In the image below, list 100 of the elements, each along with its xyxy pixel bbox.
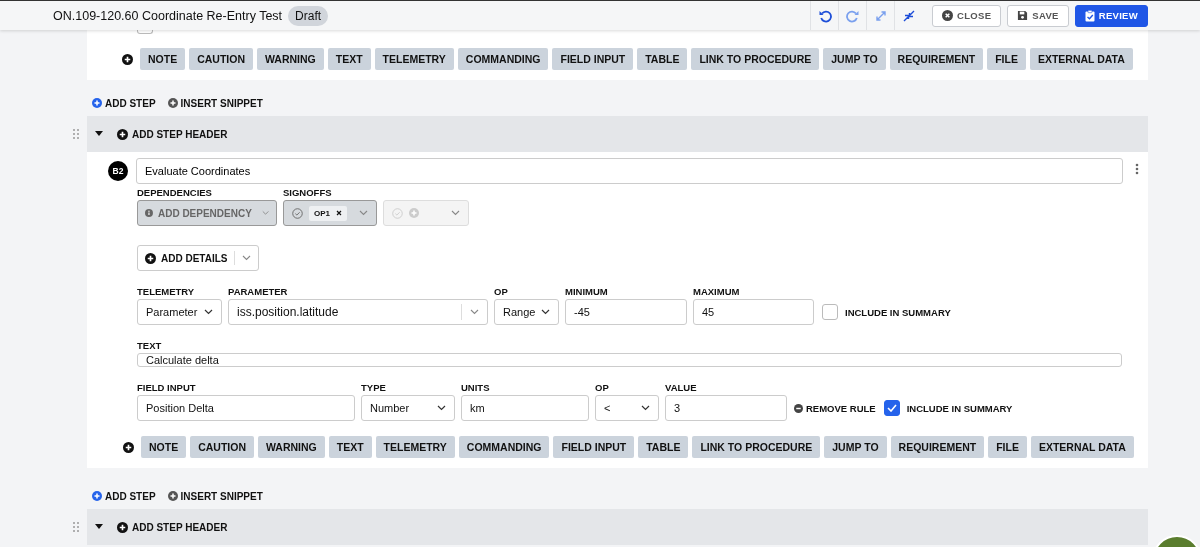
add-step-link[interactable]: ADD STEP — [92, 97, 156, 109]
plus-circle-icon — [409, 208, 419, 218]
collapse-icon — [901, 8, 916, 23]
remove-icon[interactable] — [336, 210, 342, 216]
block-type-button[interactable]: FIELD INPUT — [553, 436, 635, 458]
block-type-button[interactable]: FIELD INPUT — [552, 48, 634, 70]
block-type-button[interactable]: TABLE — [638, 436, 689, 458]
field-label: MINIMUM — [565, 286, 609, 297]
block-type-button[interactable]: JUMP TO — [823, 48, 886, 70]
drag-handle-icon[interactable] — [73, 522, 79, 532]
select-field[interactable]: < — [595, 395, 659, 421]
signoff-tag: OP1 — [309, 205, 347, 221]
insert-snippet-link[interactable]: INSERT SNIPPET — [167, 97, 263, 109]
dependency-select[interactable]: ADD DEPENDENCY — [137, 200, 277, 226]
field-label: DEPENDENCIES — [137, 187, 213, 198]
field-label: PARAMETER — [228, 286, 289, 297]
step-title-field[interactable]: Evaluate Coordinates — [136, 158, 1123, 184]
info-icon — [145, 208, 153, 218]
block-type-button[interactable]: TABLE — [637, 48, 688, 70]
checkmark-icon — [886, 404, 897, 412]
block-type-button[interactable]: REQUIREMENT — [889, 48, 984, 70]
clipboard-check-icon — [1084, 9, 1095, 22]
plus-circle-icon — [117, 521, 128, 533]
select-field[interactable]: Range — [494, 299, 559, 325]
checkbox[interactable] — [822, 304, 838, 320]
add-details-button[interactable]: ADD DETAILS — [137, 245, 260, 271]
chevron-down-icon — [359, 210, 368, 216]
checkbox[interactable] — [883, 400, 900, 416]
field-label: OP — [494, 286, 509, 297]
block-type-button[interactable]: TELEMETRY — [374, 48, 454, 70]
input-field[interactable]: Calculate delta — [137, 353, 1122, 367]
block-type-button[interactable]: TEXT — [327, 48, 371, 70]
add-step-header-link[interactable]: ADD STEP HEADER — [117, 128, 228, 140]
add-step-link[interactable]: ADD STEP — [92, 490, 156, 502]
field-label: OP — [595, 382, 610, 393]
block-type-button[interactable]: CAUTION — [189, 48, 253, 70]
check-circle-icon — [392, 207, 403, 219]
remove-rule-link[interactable]: REMOVE RULE — [794, 395, 876, 421]
block-type-button[interactable]: TEXT — [328, 436, 372, 458]
block-type-button[interactable]: FILE — [987, 48, 1026, 70]
step-number-badge: B2 — [108, 161, 128, 181]
status-badge: Draft — [288, 5, 329, 26]
add-step-header-link[interactable]: ADD STEP HEADER — [117, 521, 228, 533]
input-field[interactable]: 45 — [693, 299, 814, 325]
close-button[interactable]: CLOSE — [932, 4, 1002, 27]
block-type-button[interactable]: COMMANDING — [458, 436, 550, 458]
plus-circle-icon — [167, 491, 178, 501]
block-type-button[interactable]: LINK TO PROCEDURE — [692, 436, 821, 458]
block-type-button[interactable]: LINK TO PROCEDURE — [691, 48, 820, 70]
field-label: FIELD INPUT — [137, 382, 197, 393]
select-field[interactable]: Number — [361, 395, 455, 421]
minus-circle-icon — [794, 403, 803, 413]
input-field[interactable]: km — [461, 395, 589, 421]
plus-circle-icon — [92, 98, 102, 108]
block-type-button[interactable]: TELEMETRY — [375, 436, 455, 458]
input-field[interactable]: 3 — [665, 395, 787, 421]
block-type-button[interactable]: EXTERNAL DATA — [1030, 436, 1134, 458]
block-type-button[interactable]: CAUTION — [190, 436, 254, 458]
redo-icon — [845, 8, 860, 23]
more-options-icon[interactable] — [1135, 163, 1139, 175]
add-block-icon — [122, 53, 133, 65]
block-type-button[interactable]: REQUIREMENT — [890, 436, 985, 458]
input-field[interactable]: -45 — [565, 299, 687, 325]
drag-handle-icon[interactable] — [73, 129, 79, 139]
check-circle-icon — [292, 207, 303, 219]
insert-snippet-link[interactable]: INSERT SNIPPET — [167, 490, 263, 502]
block-type-button[interactable]: FILE — [988, 436, 1027, 458]
select-field[interactable]: Parameter — [137, 299, 222, 325]
plus-circle-icon — [117, 128, 128, 140]
block-type-button[interactable]: EXTERNAL DATA — [1029, 48, 1133, 70]
chevron-down-icon — [641, 405, 650, 411]
block-type-button[interactable]: WARNING — [257, 48, 324, 70]
checkbox-label: INCLUDE IN SUMMARY — [845, 306, 951, 318]
caret-icon[interactable] — [95, 130, 103, 138]
field-label: TYPE — [361, 382, 387, 393]
expand-icon — [873, 8, 888, 23]
checkbox[interactable] — [137, 30, 153, 34]
review-button[interactable]: REVIEW — [1074, 4, 1148, 27]
chevron-down-icon — [204, 309, 213, 315]
chevron-down-icon — [470, 309, 479, 315]
undo-icon — [817, 8, 832, 23]
input-field[interactable]: Position Delta — [137, 395, 355, 421]
caret-icon[interactable] — [95, 523, 103, 531]
chevron-down-icon — [261, 210, 269, 216]
field-label: VALUE — [665, 382, 698, 393]
combo-field[interactable]: iss.position.latitude — [228, 299, 488, 325]
save-icon — [1017, 10, 1029, 21]
block-type-button[interactable]: WARNING — [258, 436, 325, 458]
field-label: MAXIMUM — [693, 286, 741, 297]
save-button[interactable]: SAVE — [1007, 4, 1069, 27]
signoff-select[interactable]: OP1 — [283, 200, 377, 226]
field-label: TELEMETRY — [137, 286, 196, 297]
block-type-button[interactable]: NOTE — [141, 436, 187, 458]
chevron-down-icon — [437, 405, 446, 411]
block-type-button[interactable]: JUMP TO — [824, 436, 887, 458]
block-type-button[interactable]: NOTE — [140, 48, 186, 70]
block-type-button[interactable]: COMMANDING — [457, 48, 549, 70]
field-label: UNITS — [461, 382, 491, 393]
checkbox-label: INCLUDE IN SUMMARY — [906, 402, 1013, 414]
procedure-title: ON.109-120.60 Coordinate Re-Entry Test — [53, 8, 283, 23]
